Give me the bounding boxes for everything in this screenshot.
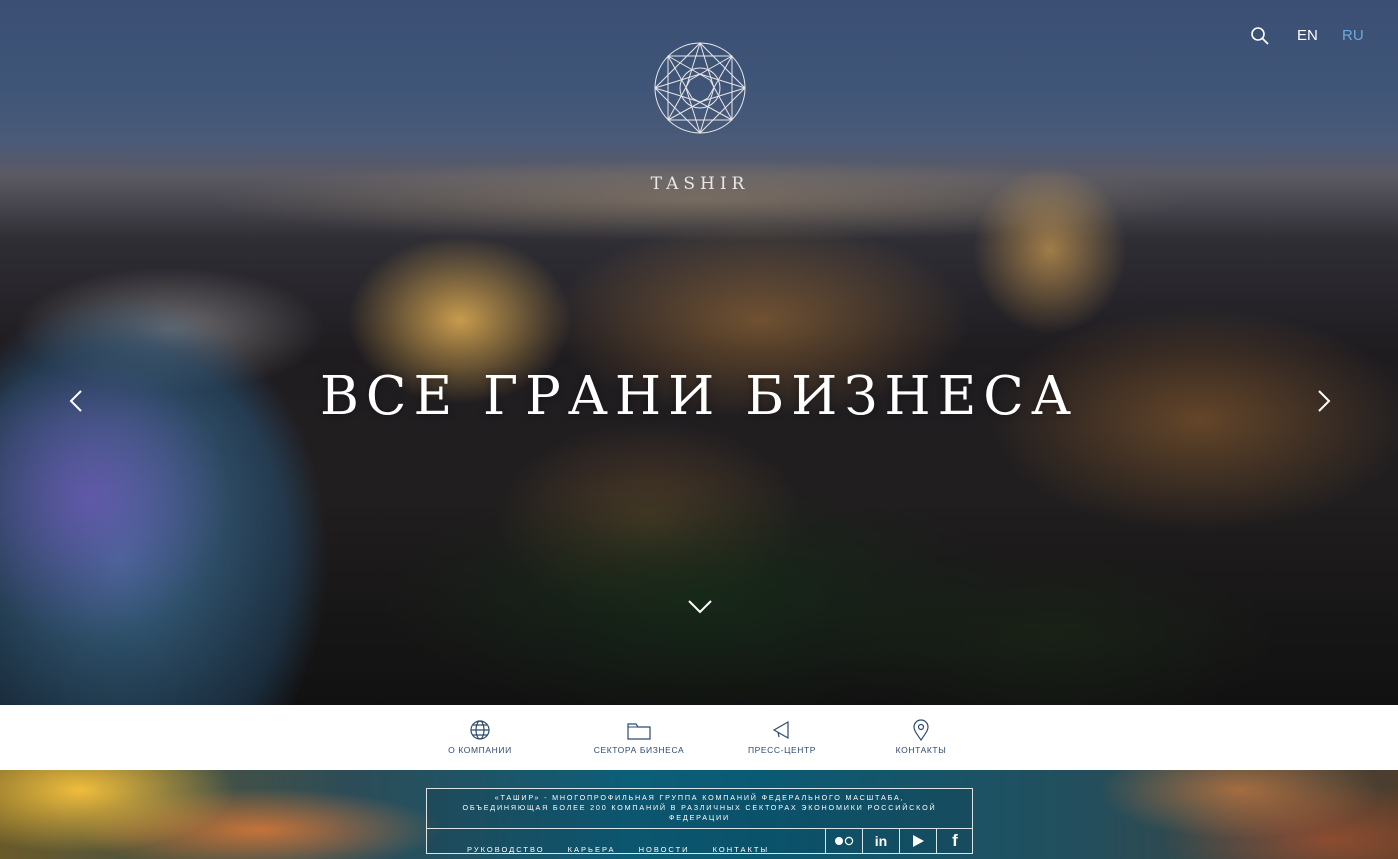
- footer-link-contacts[interactable]: КОНТАКТЫ: [713, 845, 769, 854]
- nav-item-contacts[interactable]: КОНТАКТЫ: [861, 719, 981, 755]
- company-info-box: «ТАШИР» - МНОГОПРОФИЛЬНАЯ ГРУППА КОМПАНИ…: [426, 788, 973, 854]
- chevron-right-icon[interactable]: [1310, 388, 1336, 414]
- footer-link-management[interactable]: РУКОВОДСТВО: [467, 845, 545, 854]
- search-icon[interactable]: [1250, 26, 1270, 46]
- linkedin-button[interactable]: in: [862, 829, 899, 853]
- nav-item-about[interactable]: О КОМПАНИИ: [420, 719, 540, 755]
- chevron-down-icon[interactable]: [686, 593, 714, 619]
- nav-label-business-sectors: СЕКТОРА БИЗНЕСА: [593, 745, 685, 755]
- brand-name: TASHIR: [650, 174, 750, 194]
- youtube-icon: [913, 835, 924, 847]
- description-line-3: ФЕДЕРАЦИИ: [669, 813, 730, 822]
- facebook-button[interactable]: f: [936, 829, 973, 853]
- globe-icon: [470, 720, 490, 740]
- description-line-1: «ТАШИР» - МНОГОПРОФИЛЬНАЯ ГРУППА КОМПАНИ…: [494, 793, 905, 802]
- main-navigation: О КОМПАНИИ СЕКТОРА БИЗНЕСА ПРЕСС-ЦЕНТР К…: [0, 705, 1398, 770]
- nav-item-press-center[interactable]: ПРЕСС-ЦЕНТР: [722, 719, 842, 755]
- hero-banner: TASHIR EN RU ВСЕ ГРАНИ БИЗНЕСА: [0, 0, 1398, 705]
- footer-link-news[interactable]: НОВОСТИ: [639, 845, 690, 854]
- language-en-link[interactable]: EN: [1297, 27, 1318, 44]
- flickr-icon: [835, 836, 854, 846]
- footer-link-career[interactable]: КАРЬЕРА: [568, 845, 616, 854]
- nav-label-contacts: КОНТАКТЫ: [895, 745, 947, 755]
- tashir-logo[interactable]: [652, 40, 748, 136]
- linkedin-icon: in: [874, 833, 888, 849]
- flickr-button[interactable]: [825, 829, 862, 853]
- nav-label-about: О КОМПАНИИ: [448, 745, 512, 755]
- hero-slogan: ВСЕ ГРАНИ БИЗНЕСА: [319, 366, 1078, 427]
- facebook-icon: f: [952, 831, 958, 850]
- footer-links: РУКОВОДСТВО КАРЬЕРА НОВОСТИ КОНТАКТЫ: [467, 837, 787, 856]
- footer: «ТАШИР» - МНОГОПРОФИЛЬНАЯ ГРУППА КОМПАНИ…: [0, 770, 1398, 859]
- company-description: «ТАШИР» - МНОГОПРОФИЛЬНАЯ ГРУППА КОМПАНИ…: [427, 793, 972, 823]
- description-line-2: ОБЪЕДИНЯЮЩАЯ БОЛЕЕ 200 КОМПАНИЙ В РАЗЛИЧ…: [462, 803, 937, 812]
- youtube-button[interactable]: [899, 829, 936, 853]
- nav-item-business-sectors[interactable]: СЕКТОРА БИЗНЕСА: [579, 719, 699, 755]
- megaphone-icon: [772, 720, 789, 740]
- map-pin-icon: [913, 719, 929, 741]
- nav-label-press-center: ПРЕСС-ЦЕНТР: [747, 745, 817, 755]
- folder-icon: [627, 723, 651, 740]
- language-ru-link[interactable]: RU: [1342, 27, 1364, 44]
